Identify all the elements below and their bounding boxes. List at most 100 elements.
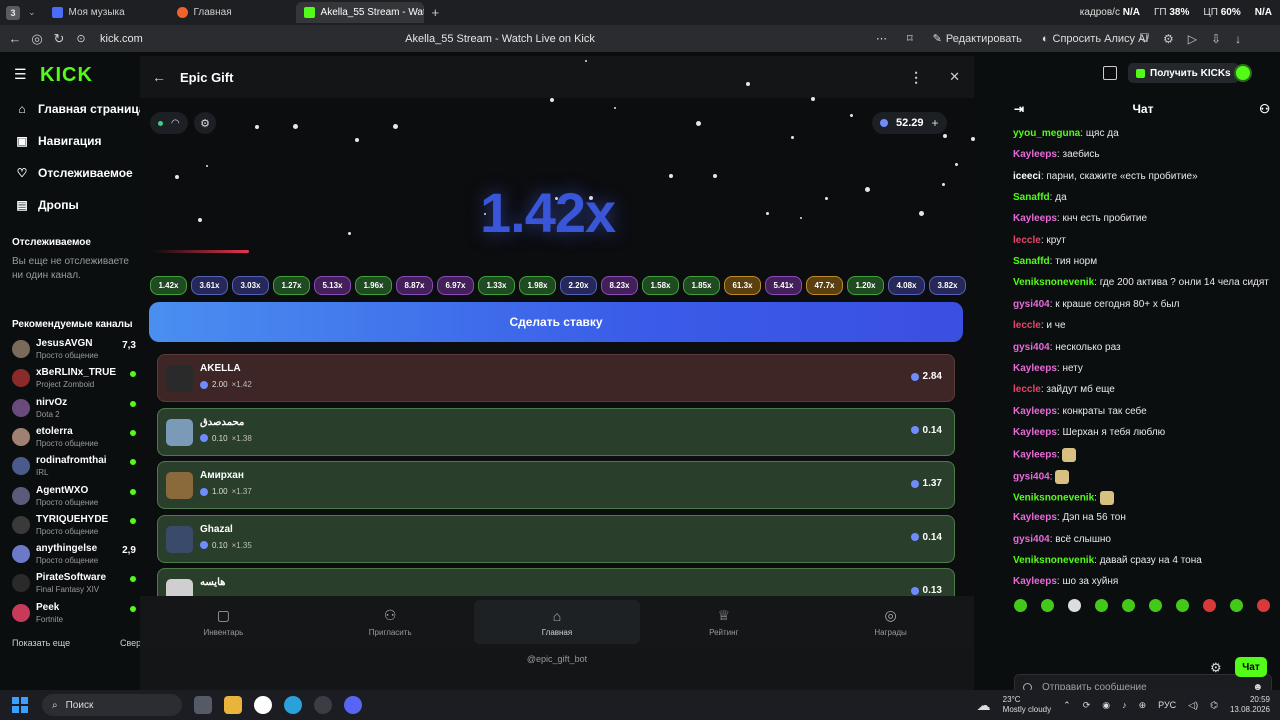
channel-item[interactable]: Peek Fortnite [12, 602, 140, 630]
tray-chevron-icon[interactable]: ⌃ [1063, 700, 1071, 711]
emote-icon[interactable] [1176, 599, 1189, 612]
get-kicks-button[interactable]: Получить KICKs [1128, 63, 1239, 83]
volume-icon[interactable]: ◁) [1188, 700, 1198, 711]
nav-following[interactable]: ♡ Отслеживаемое [16, 166, 133, 180]
channel-item[interactable]: TYRIQUEHYDE Просто общение [12, 514, 140, 542]
chat-username[interactable]: leccle [1013, 320, 1041, 331]
nav-tab[interactable]: ▢ Инвентарь [140, 596, 307, 648]
tab-kick[interactable]: Akella_55 Stream - Watc ✕ [295, 2, 424, 23]
back-arrow-icon[interactable]: ← [152, 69, 166, 85]
tray-app-icon[interactable]: ◉ [1102, 700, 1110, 711]
nav-tab[interactable]: ⚇ Пригласить [307, 596, 474, 648]
nav-drops[interactable]: ▤ Дропы [16, 198, 78, 212]
chat-username[interactable]: Sanaffd [1013, 192, 1050, 203]
channel-item[interactable]: xBeRLINx_TRUE Project Zomboid [12, 367, 140, 395]
extension-shield-icon[interactable]: ⛉ [1140, 31, 1149, 46]
chat-username[interactable]: Kayleeps [1013, 149, 1057, 160]
chat-username[interactable]: Veniksnonevenik [1013, 277, 1094, 288]
balance-pill[interactable]: 52.29 + [872, 112, 947, 134]
more-dots-icon[interactable]: ⋯ [868, 29, 895, 48]
emote-icon[interactable] [1230, 599, 1243, 612]
edit-button[interactable]: ✎ Редактировать [925, 29, 1030, 48]
chat-username[interactable]: leccle [1013, 384, 1041, 395]
tray-app-icon[interactable]: ⟳ [1083, 700, 1091, 711]
sidebar-toggle-icon[interactable] [1103, 66, 1117, 80]
clock[interactable]: 20:59 13.08.2026 [1230, 695, 1270, 715]
collapse-link[interactable]: Свер [120, 638, 141, 648]
avatar[interactable] [1234, 64, 1252, 82]
nav-home[interactable]: ⌂ Главная страница [16, 102, 145, 116]
network-icon[interactable]: ⌬ [1210, 700, 1218, 711]
channel-item[interactable]: anythingelse Просто общение 2,9 [12, 543, 140, 571]
new-tab-icon[interactable]: + [432, 5, 440, 20]
chat-send-button[interactable]: Чат [1235, 657, 1267, 677]
tray-app-icon[interactable]: ⊕ [1139, 700, 1147, 711]
channel-item[interactable]: etolerra Просто общение [12, 426, 140, 454]
nav-tab[interactable]: ◎ Награды [807, 596, 974, 648]
discord-icon[interactable] [344, 696, 362, 714]
bookmark-icon[interactable]: ⌑ [899, 29, 921, 48]
channel-item[interactable]: PirateSoftware Final Fantasy XIV [12, 572, 140, 600]
chat-username[interactable]: gysi404 [1013, 299, 1050, 310]
telegram-icon[interactable] [284, 696, 302, 714]
alice-button[interactable]: ◐ Спросить Алису AI [1034, 30, 1157, 48]
chat-username[interactable]: gysi404 [1013, 342, 1050, 353]
chat-username[interactable]: Veniksnonevenik [1013, 555, 1094, 566]
emote-icon[interactable] [1203, 599, 1216, 612]
tab-music[interactable]: Моя музыка [44, 2, 169, 23]
chat-username[interactable]: Veniksnonevenik [1013, 493, 1094, 504]
chat-username[interactable]: yyou_meguna [1013, 128, 1080, 139]
tab-counter[interactable]: 3 [6, 5, 20, 20]
channel-item[interactable]: nirvOz Dota 2 [12, 397, 140, 425]
emote-icon[interactable] [1014, 599, 1027, 612]
chat-username[interactable]: Kayleeps [1013, 427, 1057, 438]
chat-username[interactable]: Kayleeps [1013, 576, 1057, 587]
emote-icon[interactable] [1095, 599, 1108, 612]
nav-browse[interactable]: ▣ Навигация [16, 134, 101, 148]
language-indicator[interactable]: РУС [1158, 700, 1176, 710]
chat-username[interactable]: gysi404 [1013, 471, 1050, 482]
settings-gear-icon[interactable]: ⚙ [1210, 660, 1222, 676]
channel-item[interactable]: rodinafromthai IRL [12, 455, 140, 483]
chat-username[interactable]: iceeci [1013, 171, 1041, 182]
chat-username[interactable]: leccle [1013, 235, 1041, 246]
chat-username[interactable]: gysi404 [1013, 534, 1050, 545]
explorer-icon[interactable] [224, 696, 242, 714]
emote-icon[interactable] [1041, 599, 1054, 612]
emote-icon[interactable] [1149, 599, 1162, 612]
nav-tab[interactable]: ⌂ Главная [473, 600, 641, 644]
steam-icon[interactable] [314, 696, 332, 714]
chat-username[interactable]: Sanaffd [1013, 256, 1050, 267]
collapse-chat-icon[interactable]: ⇥ [1014, 102, 1024, 116]
nav-tab[interactable]: ♕ Рейтинг [640, 596, 807, 648]
extension-puzzle-icon[interactable]: ⚙ [1163, 32, 1174, 46]
channel-item[interactable]: JesusAVGN Просто общение 7,3 [12, 338, 140, 366]
taskbar-search[interactable]: ⌕ Поиск [42, 694, 182, 716]
chat-username[interactable]: Kayleeps [1013, 450, 1057, 461]
kick-logo[interactable]: KICK [40, 64, 93, 87]
emote-icon[interactable] [1068, 599, 1081, 612]
download-icon[interactable]: ↓ [1235, 32, 1241, 46]
tabs-dropdown-icon[interactable]: ⌄ [28, 7, 36, 18]
task-view-icon[interactable] [194, 696, 212, 714]
chat-username[interactable]: Kayleeps [1013, 512, 1057, 523]
menu-icon[interactable]: ☰ [14, 66, 27, 83]
close-icon[interactable]: ✕ [949, 69, 960, 85]
emote-icon[interactable] [1122, 599, 1135, 612]
users-icon[interactable]: ⚇ [1259, 102, 1270, 116]
extension-save-icon[interactable]: ⇩ [1211, 32, 1221, 46]
channel-item[interactable]: AgentWXO Просто общение [12, 485, 140, 513]
emote-icon[interactable] [1257, 599, 1270, 612]
tab-home[interactable]: Главная [169, 2, 296, 23]
chat-username[interactable]: Kayleeps [1013, 363, 1057, 374]
settings-pill[interactable]: ⚙ [194, 112, 216, 134]
windows-start-icon[interactable] [12, 697, 28, 713]
microphone-icon[interactable]: ♪ [1122, 700, 1127, 710]
more-vertical-icon[interactable]: ⋮ [909, 69, 923, 86]
extension-play-icon[interactable]: ▷ [1188, 32, 1197, 46]
connection-pill[interactable]: ◠ [150, 112, 188, 134]
place-bet-button[interactable]: Сделать ставку [149, 302, 963, 342]
weather-widget[interactable]: 23°C Mostly cloudy [1003, 695, 1051, 715]
add-funds-icon[interactable]: + [932, 116, 939, 130]
chat-username[interactable]: Kayleeps [1013, 406, 1057, 417]
